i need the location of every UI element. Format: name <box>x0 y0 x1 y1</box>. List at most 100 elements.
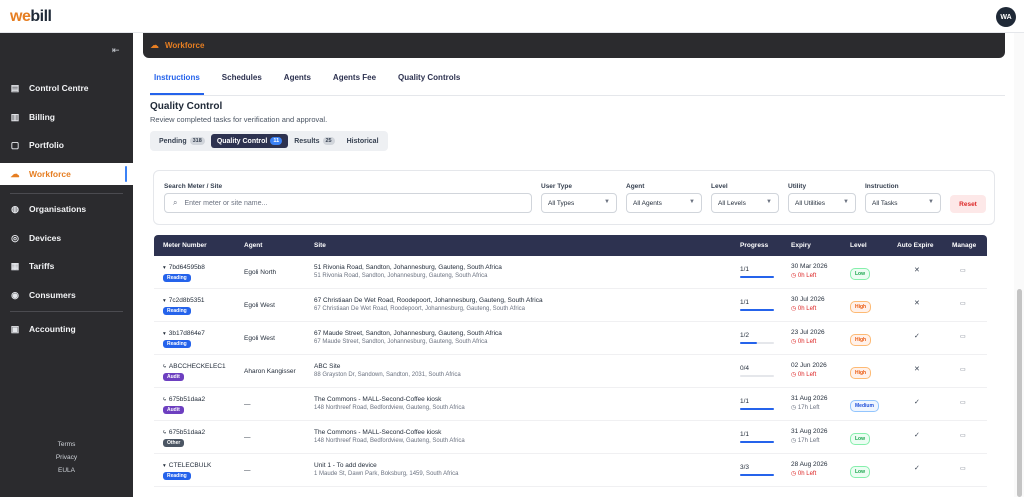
user-avatar[interactable]: WA <box>996 7 1016 27</box>
agent-select[interactable]: All Agents ▼ <box>626 193 702 213</box>
auto-expire-indicator: ✕ <box>914 366 920 373</box>
site-address: 67 Christiaan De Wet Road, Roodepoort, J… <box>314 306 526 312</box>
progress-fill <box>740 276 774 278</box>
scrollbar[interactable] <box>1014 33 1024 497</box>
table-row[interactable]: ▾ CTELECBULK Reading — Unit 1 - To add devic… <box>154 454 987 487</box>
subtab-pending[interactable]: Pending 318 <box>153 134 211 148</box>
sidebar-item-consumers[interactable]: ◉ Consumers <box>0 284 133 306</box>
tab-quality-controls[interactable]: Quality Controls <box>394 71 464 95</box>
time-left: ◷ 0h Left <box>791 471 817 477</box>
sidebar-item-accounting[interactable]: ▣ Accounting <box>0 318 133 340</box>
sidebar: ⇤ ▤ Control Centre ▥ Billing ▢ Portfolio ☁ W… <box>0 33 133 497</box>
document-icon: ▢ <box>10 139 20 150</box>
count-badge: 25 <box>322 137 335 145</box>
terms-link[interactable]: Terms <box>0 441 133 448</box>
site-address: 67 Maude Street, Sandton, Johannesburg, … <box>314 339 488 345</box>
clipboard-icon: ▤ <box>10 82 20 93</box>
table-row[interactable]: ▾ 7c2d8b5351 Reading Egoli West 67 Christiaa… <box>154 289 987 322</box>
sidebar-item-workforce[interactable]: ☁ Workforce <box>0 163 133 185</box>
lightning-icon: ϟ <box>163 430 166 436</box>
count-badge: 318 <box>189 137 205 145</box>
tab-agents-fee[interactable]: Agents Fee <box>329 71 380 95</box>
tab-agents[interactable]: Agents <box>280 71 315 95</box>
sidebar-divider <box>10 193 123 194</box>
reset-button[interactable]: Reset <box>950 195 986 213</box>
subtab-historical[interactable]: Historical <box>341 135 385 148</box>
expiry-date: 02 Jun 2026 <box>791 362 827 369</box>
progress-bar <box>740 408 774 410</box>
folder-icon[interactable]: ▭ <box>960 432 966 439</box>
utility-label: Utility <box>788 183 807 190</box>
site-address: 1 Maude St, Dawn Park, Boksburg, 1459, S… <box>314 471 459 477</box>
folder-icon[interactable]: ▭ <box>960 366 966 373</box>
expiry-date: 30 Jul 2026 <box>791 296 825 303</box>
expiry-date: 28 Aug 2026 <box>791 461 828 468</box>
instruction-select[interactable]: All Tasks ▼ <box>865 193 941 213</box>
tabs-divider <box>150 95 1005 96</box>
auto-expire-indicator: ✕ <box>914 300 920 307</box>
col-auto-expire[interactable]: Auto Expire <box>897 242 933 249</box>
search-input[interactable]: ⌕ Enter meter or site name... <box>164 193 532 213</box>
utility-select[interactable]: All Utilities ▼ <box>788 193 856 213</box>
col-level[interactable]: Level <box>850 242 867 249</box>
folder-icon[interactable]: ▭ <box>960 300 966 307</box>
level-badge: High <box>850 301 872 313</box>
folder-icon[interactable]: ▭ <box>960 399 966 406</box>
user-type-select[interactable]: All Types ▼ <box>541 193 617 213</box>
lightning-icon: ϟ <box>163 364 166 370</box>
progress-bar <box>740 309 774 311</box>
col-meter-number[interactable]: Meter Number <box>163 242 207 249</box>
sidebar-item-control-centre[interactable]: ▤ Control Centre <box>0 77 133 99</box>
level-badge: Low <box>850 433 870 445</box>
chevron-down-icon: ▼ <box>843 199 849 205</box>
sidebar-item-billing[interactable]: ▥ Billing <box>0 106 133 128</box>
collapse-sidebar-icon[interactable]: ⇤ <box>112 45 122 55</box>
col-progress[interactable]: Progress <box>740 242 768 249</box>
folder-icon[interactable]: ▭ <box>960 465 966 472</box>
level-badge: Low <box>850 466 870 478</box>
tab-instructions[interactable]: Instructions <box>150 71 204 95</box>
type-badge: Reading <box>163 274 191 282</box>
progress-bar <box>740 342 774 344</box>
clock-icon: ◷ <box>791 438 798 444</box>
progress-bar <box>740 276 774 278</box>
folder-icon[interactable]: ▭ <box>960 333 966 340</box>
folder-icon[interactable]: ▭ <box>960 267 966 274</box>
subtab-results[interactable]: Results 25 <box>288 134 340 148</box>
meter-number: ▾ 3b17d864e7 <box>163 330 205 337</box>
privacy-link[interactable]: Privacy <box>0 454 133 461</box>
eula-link[interactable]: EULA <box>0 467 133 474</box>
table-row[interactable]: ϟ ABCCHECKELEC1 Audit Aharon Kangisser ABC S… <box>154 355 987 388</box>
col-site[interactable]: Site <box>314 242 326 249</box>
level-select[interactable]: All Levels ▼ <box>711 193 779 213</box>
scrollbar-thumb[interactable] <box>1017 289 1022 497</box>
tab-bar: Instructions Schedules Agents Agents Fee… <box>150 71 478 95</box>
sidebar-item-tariffs[interactable]: ▦ Tariffs <box>0 255 133 277</box>
col-expiry[interactable]: Expiry <box>791 242 811 249</box>
count-badge: 11 <box>270 137 283 145</box>
table-row[interactable]: ▾ 7bd64595b8 Reading Egoli North 51 Rivonia … <box>154 256 987 289</box>
sidebar-divider <box>10 311 123 312</box>
sidebar-item-portfolio[interactable]: ▢ Portfolio <box>0 134 133 156</box>
tab-schedules[interactable]: Schedules <box>218 71 266 95</box>
droplet-icon: ▾ <box>163 331 166 337</box>
col-manage[interactable]: Manage <box>952 242 976 249</box>
level-badge: High <box>850 334 872 346</box>
section-title: Quality Control <box>150 101 223 112</box>
type-badge: Audit <box>163 406 184 414</box>
webill-logo[interactable]: webill <box>10 8 52 26</box>
clock-icon: ◷ <box>791 471 798 477</box>
progress-text: 1/2 <box>740 332 750 339</box>
droplet-icon: ▾ <box>163 463 166 469</box>
sidebar-item-devices[interactable]: ◎ Devices <box>0 227 133 249</box>
table-row[interactable]: ▾ 3b17d864e7 Reading Egoli West 67 Maude Str… <box>154 322 987 355</box>
site-address: 148 Northreef Road, Bedfordview, Gauteng… <box>314 405 465 411</box>
table-row[interactable]: ϟ 675b51daa2 Other — The Commons - MALL-Seco… <box>154 421 987 454</box>
sidebar-item-organisations[interactable]: ◍ Organisations <box>0 198 133 220</box>
col-agent[interactable]: Agent <box>244 242 262 249</box>
table-row[interactable]: ϟ 675b51daa2 Audit — The Commons - MALL-Seco… <box>154 388 987 421</box>
subtab-quality-control[interactable]: Quality Control 11 <box>210 134 289 148</box>
chevron-down-icon: ▼ <box>689 199 695 205</box>
agent-name: — <box>244 434 251 441</box>
top-bar: webill WA <box>0 0 1024 33</box>
